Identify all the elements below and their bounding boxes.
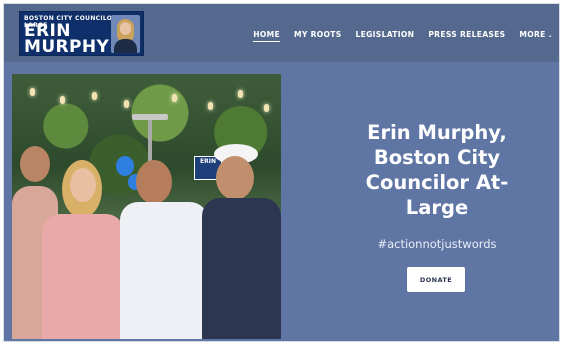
photo-string-lights <box>12 74 281 134</box>
hero-hashtag: #actionnotjustwords <box>377 237 497 251</box>
blue-balloon <box>116 156 134 176</box>
light-bulb <box>30 88 35 96</box>
logo-name-last: MURPHY <box>24 37 110 56</box>
nav-my-roots[interactable]: MY ROOTS <box>294 30 342 42</box>
nav-more[interactable]: MORE ⌄ <box>519 30 553 42</box>
donate-button[interactable]: DONATE <box>407 267 465 292</box>
nav-more-label: MORE <box>519 30 546 39</box>
logo-name: ERIN MURPHY <box>24 21 110 56</box>
light-bulb <box>92 92 97 100</box>
logo-portrait <box>111 15 140 53</box>
main-nav: HOME MY ROOTS LEGISLATION PRESS RELEASES… <box>253 30 553 42</box>
portrait-body <box>114 39 137 53</box>
portrait-face <box>120 22 131 35</box>
light-bulb <box>124 100 129 108</box>
page-frame: BOSTON CITY COUNCILOR AT-LARGE ERIN MURP… <box>3 3 560 342</box>
nav-home[interactable]: HOME <box>253 30 280 42</box>
light-bulb <box>238 90 243 98</box>
light-bulb <box>208 102 213 110</box>
nav-legislation[interactable]: LEGISLATION <box>356 30 415 42</box>
light-bulb <box>172 94 177 102</box>
hero-title: Erin Murphy, Boston City Councilor At-La… <box>365 121 509 219</box>
site-logo[interactable]: BOSTON CITY COUNCILOR AT-LARGE ERIN MURP… <box>19 11 144 56</box>
light-bulb <box>60 96 65 104</box>
nav-press-releases[interactable]: PRESS RELEASES <box>428 30 505 42</box>
chevron-down-icon: ⌄ <box>547 32 553 39</box>
logo-name-first: ERIN <box>24 21 71 41</box>
site-header: BOSTON CITY COUNCILOR AT-LARGE ERIN MURP… <box>4 4 559 62</box>
hero-photo: ERIN <box>12 74 281 339</box>
light-bulb <box>264 104 269 112</box>
